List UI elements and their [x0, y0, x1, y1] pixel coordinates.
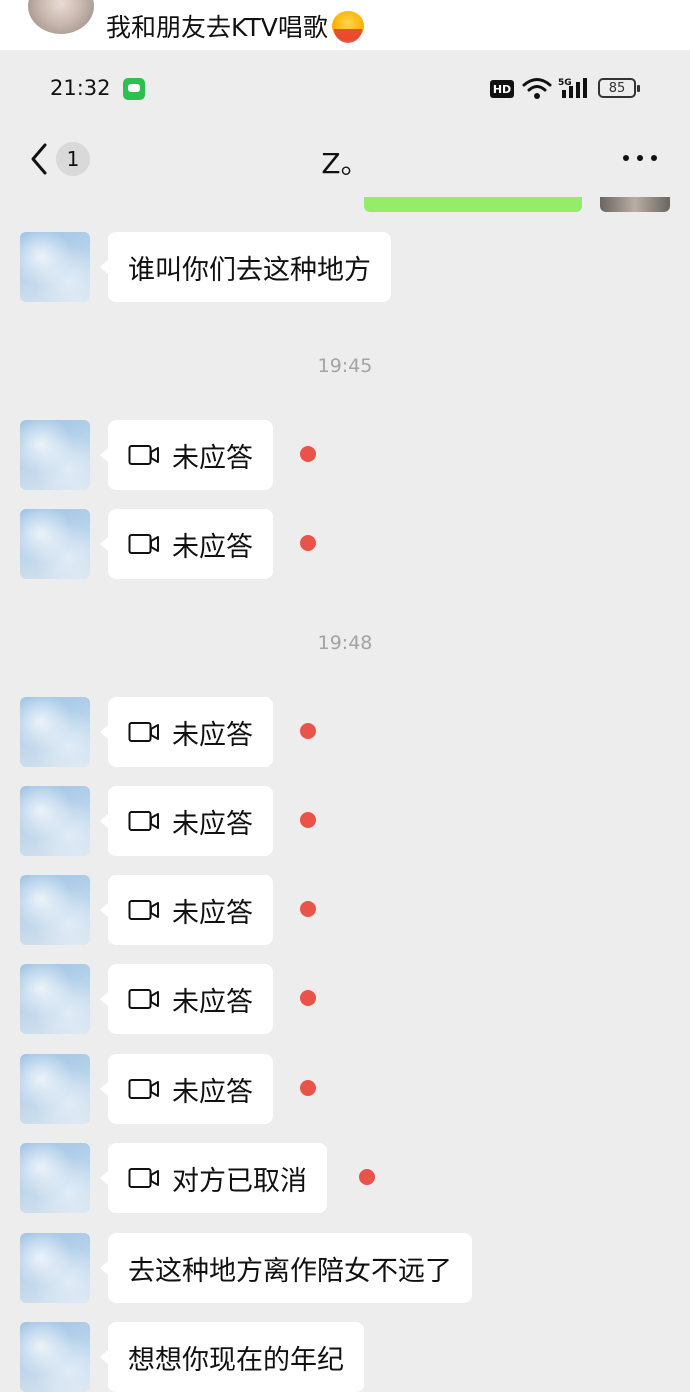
video-camera-icon [128, 1079, 159, 1099]
video-call-bubble[interactable]: 未应答 [100, 786, 273, 856]
contact-avatar[interactable] [20, 1322, 90, 1392]
hugging-face-emoji-icon [331, 11, 364, 43]
video-camera-icon [128, 900, 159, 920]
call-status-text: 未应答 [172, 1076, 253, 1108]
contact-avatar[interactable] [20, 697, 90, 767]
my-avatar-partial[interactable] [600, 197, 670, 212]
unread-dot [300, 812, 316, 828]
message-text: 谁叫你们去这种地方 [128, 254, 371, 286]
text-message-bubble[interactable]: 想想你现在的年纪 [100, 1322, 364, 1392]
unread-dot [300, 990, 316, 1006]
contact-avatar[interactable] [20, 875, 90, 945]
video-camera-icon [128, 445, 159, 465]
video-call-bubble[interactable]: 未应答 [100, 420, 273, 490]
video-camera-icon [128, 722, 159, 742]
video-call-bubble[interactable]: 未应答 [100, 1054, 273, 1124]
call-status-text: 未应答 [172, 442, 253, 474]
chat-nav-bar: 1 Z。 [0, 128, 690, 192]
contact-avatar[interactable] [20, 420, 90, 490]
signal-strength-icon: 5G [558, 78, 587, 98]
contact-avatar[interactable] [20, 232, 90, 302]
contact-avatar[interactable] [20, 964, 90, 1034]
battery-indicator: 85 [598, 78, 640, 98]
video-camera-icon [128, 534, 159, 554]
text-message-bubble[interactable]: 去这种地方离作陪女不远了 [100, 1233, 472, 1303]
wifi-icon [522, 78, 552, 99]
video-call-bubble[interactable]: 未应答 [100, 875, 273, 945]
chat-timestamp: 19:45 [317, 355, 373, 377]
chat-title: Z。 [321, 147, 369, 180]
call-status-text: 未应答 [172, 986, 253, 1018]
message-text: 去这种地方离作陪女不远了 [128, 1255, 452, 1287]
post-caption: 我和朋友去KTV唱歌 [106, 8, 364, 44]
unread-dot [300, 535, 316, 551]
status-bar: 21:32 HD 5G 85 [0, 50, 690, 128]
video-call-bubble[interactable]: 对方已取消 [100, 1143, 327, 1213]
message-text: 想想你现在的年纪 [128, 1344, 344, 1376]
unread-dot [300, 446, 316, 462]
video-camera-icon [128, 811, 159, 831]
text-message-bubble[interactable]: 谁叫你们去这种地方 [100, 232, 391, 302]
contact-avatar[interactable] [20, 1143, 90, 1213]
video-call-bubble[interactable]: 未应答 [100, 697, 273, 767]
call-status-text: 对方已取消 [172, 1165, 307, 1197]
video-call-bubble[interactable]: 未应答 [100, 509, 273, 579]
poster-avatar[interactable] [28, 0, 94, 34]
post-caption-text: 我和朋友去KTV唱歌 [106, 13, 328, 42]
hd-voice-icon: HD [490, 80, 514, 98]
post-header: 我和朋友去KTV唱歌 [0, 0, 690, 50]
call-status-text: 未应答 [172, 531, 253, 563]
messages-notification-icon [123, 78, 145, 100]
video-camera-icon [128, 989, 159, 1009]
chat-timestamp: 19:48 [317, 632, 373, 654]
video-call-bubble[interactable]: 未应答 [100, 964, 273, 1034]
my-message-bubble-partial[interactable] [364, 197, 582, 212]
contact-avatar[interactable] [20, 509, 90, 579]
more-options-icon[interactable] [622, 154, 658, 162]
unread-dot [359, 1169, 375, 1185]
unread-dot [300, 723, 316, 739]
contact-avatar[interactable] [20, 1054, 90, 1124]
call-status-text: 未应答 [172, 897, 253, 929]
unread-dot [300, 901, 316, 917]
contact-avatar[interactable] [20, 786, 90, 856]
call-status-text: 未应答 [172, 719, 253, 751]
call-status-text: 未应答 [172, 808, 253, 840]
unread-dot [300, 1080, 316, 1096]
video-camera-icon [128, 1168, 159, 1188]
status-time: 21:32 [50, 76, 111, 100]
contact-avatar[interactable] [20, 1233, 90, 1303]
